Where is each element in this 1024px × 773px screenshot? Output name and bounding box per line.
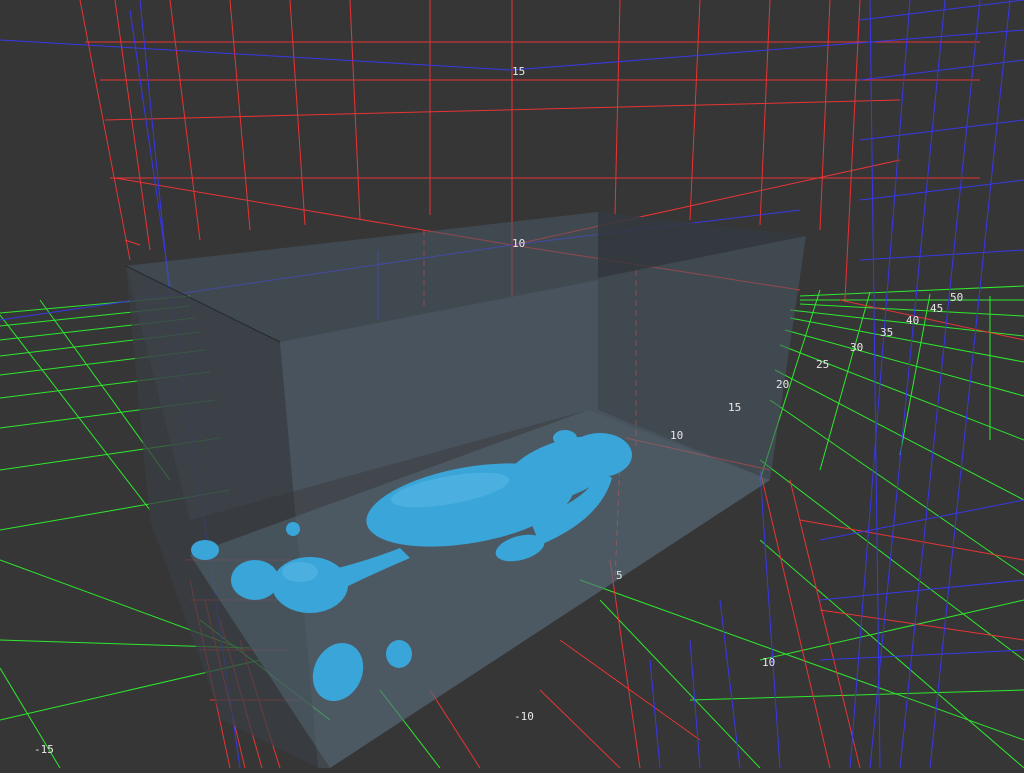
axis-label-floor-10: 10: [762, 656, 775, 669]
axis-label-floor-neg15: -15: [34, 743, 54, 756]
axis-label-green-25: 25: [816, 358, 829, 371]
3d-viewport[interactable]: 15 10 5 10 15 20 25 30 35 40 45 50 10 -1…: [0, 0, 1024, 769]
axis-label-green-40: 40: [906, 314, 919, 327]
scene-canvas[interactable]: 15 10 5 10 15 20 25 30 35 40 45 50 10 -1…: [0, 0, 1024, 769]
axis-label-red-5: 5: [616, 569, 623, 582]
axis-label-green-20: 20: [776, 378, 789, 391]
axis-label-green-15: 15: [728, 401, 741, 414]
axis-label-green-45: 45: [930, 302, 943, 315]
axis-label-green-30: 30: [850, 341, 863, 354]
axis-label-green-10: 10: [670, 429, 683, 442]
axis-label-red-15: 15: [512, 65, 525, 78]
axis-label-green-35: 35: [880, 326, 893, 339]
axis-label-red-10: 10: [512, 237, 525, 250]
axis-label-green-50: 50: [950, 291, 963, 304]
axis-label-floor-neg10: -10: [514, 710, 534, 723]
